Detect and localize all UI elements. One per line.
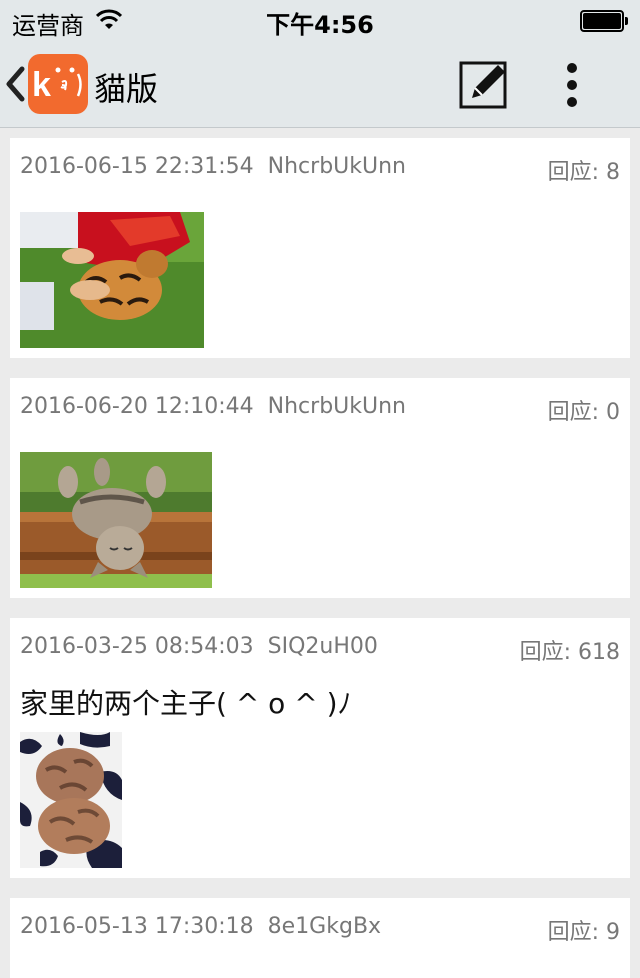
board-logo[interactable]: k bbox=[28, 54, 88, 114]
back-chevron-icon[interactable] bbox=[4, 66, 26, 102]
post-meta: 2016-06-15 22:31:54 NhcrbUkUnn bbox=[20, 154, 406, 179]
reply-count: 回应: 9 bbox=[547, 920, 620, 945]
nav-bar: k 貓版 bbox=[0, 40, 640, 128]
post-image bbox=[20, 732, 122, 868]
svg-text:k: k bbox=[32, 66, 51, 104]
more-options-icon[interactable] bbox=[560, 62, 584, 108]
post-username[interactable]: NhcrbUkUnn bbox=[268, 394, 406, 419]
battery-icon bbox=[580, 10, 628, 32]
status-time: 下午4:56 bbox=[266, 11, 374, 39]
reply-count: 回应: 618 bbox=[519, 640, 620, 665]
post-image-sleeping-cat[interactable] bbox=[20, 452, 212, 588]
page-title: 貓版 bbox=[94, 70, 159, 108]
post-datetime: 2016-03-25 08:54:03 bbox=[20, 634, 254, 659]
post-image bbox=[20, 452, 212, 588]
post-meta: 2016-03-25 08:54:03 SIQ2uH00 bbox=[20, 634, 378, 659]
reply-count: 回应: 8 bbox=[547, 160, 620, 185]
board-logo-mark: k bbox=[32, 66, 82, 104]
post-username[interactable]: SIQ2uH00 bbox=[268, 634, 378, 659]
post-datetime: 2016-06-15 22:31:54 bbox=[20, 154, 254, 179]
post-datetime: 2016-06-20 12:10:44 bbox=[20, 394, 254, 419]
post-card[interactable]: 2016-05-13 17:30:18 8e1GkgBx 回应: 9 bbox=[10, 898, 630, 978]
post-image-two-cats[interactable] bbox=[20, 732, 122, 868]
post-card[interactable]: 2016-06-15 22:31:54 NhcrbUkUnn 回应: 8 bbox=[10, 138, 630, 358]
post-meta: 2016-06-20 12:10:44 NhcrbUkUnn bbox=[20, 394, 406, 419]
post-username[interactable]: NhcrbUkUnn bbox=[268, 154, 406, 179]
post-username[interactable]: 8e1GkgBx bbox=[268, 914, 381, 939]
compose-icon[interactable] bbox=[458, 58, 510, 110]
post-datetime: 2016-05-13 17:30:18 bbox=[20, 914, 254, 939]
reply-count: 回应: 0 bbox=[547, 400, 620, 425]
post-image bbox=[20, 212, 204, 348]
post-text: 家里的两个主子( ^ o ^ )ﾉ bbox=[20, 687, 352, 720]
post-card[interactable]: 2016-06-20 12:10:44 NhcrbUkUnn 回应: 0 bbox=[10, 378, 630, 598]
status-bar: 运营商 下午4:56 bbox=[0, 0, 640, 40]
post-meta: 2016-05-13 17:30:18 8e1GkgBx bbox=[20, 914, 381, 939]
post-card[interactable]: 2016-03-25 08:54:03 SIQ2uH00 回应: 618 家里的两… bbox=[10, 618, 630, 878]
post-image-tiger-cub[interactable] bbox=[20, 212, 204, 348]
